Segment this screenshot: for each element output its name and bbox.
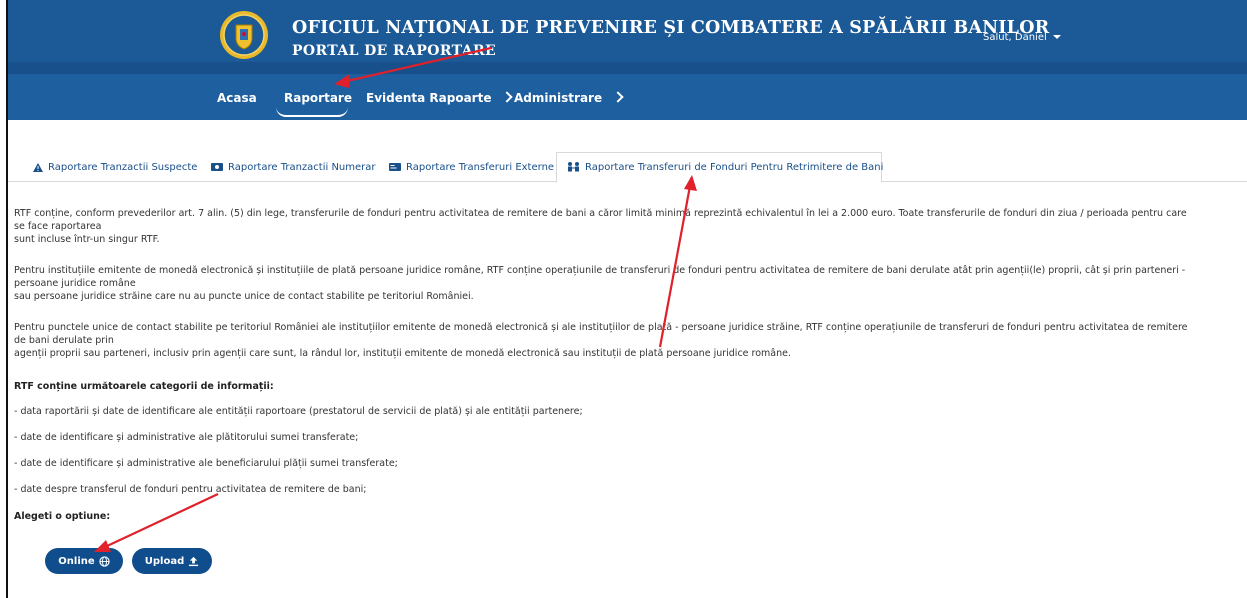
card-icon [389, 163, 401, 171]
paragraph-line: sunt incluse într-un singur RTF. [14, 234, 160, 245]
nav-item-acasa[interactable]: Acasa [217, 91, 257, 105]
coat-of-arms-logo[interactable] [219, 10, 269, 60]
globe-icon [99, 555, 110, 567]
category-item: - date despre transferul de fonduri pent… [14, 484, 367, 495]
paragraph-line: se face raportarea [14, 221, 102, 232]
paragraph-line: persoane juridice române [14, 278, 136, 289]
paragraph-3: Pentru punctele unice de contact stabili… [14, 321, 1236, 360]
user-menu[interactable]: Salut, Daniel [983, 32, 1061, 43]
nav-item-raportare[interactable]: Raportare [284, 91, 352, 105]
tab-label: Raportare Tranzactii Suspecte [48, 162, 198, 173]
paragraph-1: RTF conține, conform prevederilor art. 7… [14, 207, 1236, 246]
paragraph-line: Pentru punctele unice de contact stabili… [14, 322, 1188, 333]
tab-transferuri-externe[interactable]: Raportare Transferuri Externe [389, 162, 554, 173]
category-item: - date de identificare și administrative… [14, 432, 359, 443]
warning-icon [33, 162, 43, 172]
choose-option-label: Alegeti o optiune: [14, 511, 111, 522]
chevron-right-icon [612, 91, 624, 103]
cash-icon [211, 163, 223, 171]
tab-tranzactii-numerar[interactable]: Raportare Tranzactii Numerar [211, 162, 376, 173]
categories-title: RTF conține următoarele categorii de inf… [14, 381, 274, 392]
upload-button-label: Upload [144, 555, 185, 567]
upload-icon [189, 556, 199, 566]
nav-item-administrare[interactable]: Administrare [514, 91, 624, 105]
paragraph-2: Pentru instituțiile emitente de monedă e… [14, 264, 1236, 303]
chevron-down-icon [1052, 35, 1061, 39]
tab-label: Raportare Transferuri Externe [406, 162, 555, 173]
paragraph-line: agenții proprii sau parteneri, inclusiv … [14, 348, 791, 359]
tab-tranzactii-suspecte[interactable]: Raportare Tranzactii Suspecte [33, 162, 197, 173]
category-item: - data raportării și date de identificar… [14, 406, 583, 417]
user-greeting: Salut, Daniel [983, 32, 1047, 43]
header-bottom-shade [8, 62, 1247, 74]
chevron-right-icon [501, 91, 514, 103]
annotation-arrow-3 [94, 493, 219, 552]
portal-subtitle: PORTAL DE RAPORTARE [292, 43, 497, 59]
paragraph-line: de bani derulate prin [14, 335, 114, 346]
nav-item-evidenta-rapoarte[interactable]: Evidenta Rapoarte [366, 91, 514, 105]
tab-transferuri-fonduri-retrimitere[interactable]: Raportare Transferuri de Fonduri Pentru … [567, 162, 883, 173]
online-button[interactable]: Online [45, 548, 123, 574]
transfer-icon [568, 162, 579, 172]
category-item: - date de identificare și administrative… [14, 458, 398, 469]
paragraph-line: sau persoane juridice străine care nu au… [14, 291, 474, 302]
online-button-label: Online [58, 555, 95, 567]
upload-button[interactable]: Upload [132, 548, 212, 574]
tab-label: Raportare Transferuri de Fonduri Pentru … [585, 162, 884, 173]
nav-item-evidenta-label: Evidenta Rapoarte [366, 91, 492, 105]
agency-title: OFICIUL NAȚIONAL DE PREVENIRE ȘI COMBATE… [292, 18, 1050, 38]
nav-item-administrare-label: Administrare [514, 91, 603, 105]
paragraph-line: RTF conține, conform prevederilor art. 7… [14, 208, 1187, 219]
main-nav [8, 74, 1247, 120]
tab-label: Raportare Tranzactii Numerar [228, 162, 376, 173]
paragraph-line: Pentru instituțiile emitente de monedă e… [14, 265, 1186, 276]
